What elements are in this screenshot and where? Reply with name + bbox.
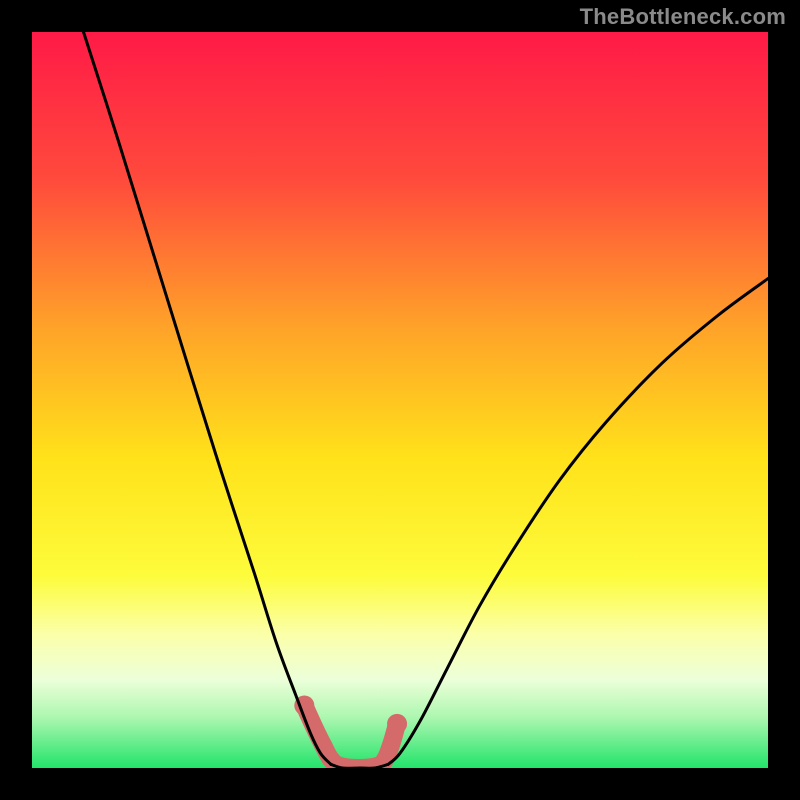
chart-frame: { "watermark": "TheBottleneck.com", "cha… (0, 0, 800, 800)
bottleneck-chart (0, 0, 800, 800)
accent-lobe (387, 714, 407, 734)
watermark-text: TheBottleneck.com (580, 4, 786, 30)
gradient-background (32, 32, 768, 768)
